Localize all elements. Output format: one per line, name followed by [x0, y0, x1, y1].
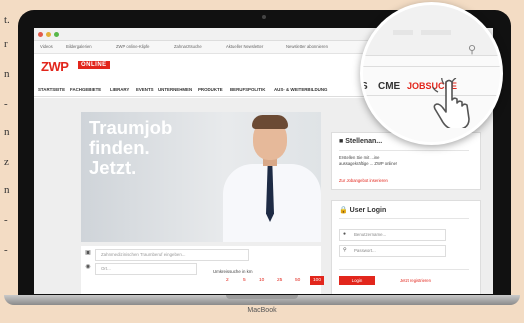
key-icon: ⚲: [343, 247, 347, 253]
nav-item[interactable]: PRODUKTE: [198, 87, 223, 92]
stellenanzeige-link[interactable]: Zur Jobangebot inserieren: [339, 178, 459, 184]
user-login-box: 🔒 User Login ● Benutzername... ⚲ Passwor…: [331, 200, 481, 294]
zoomed-placeholder: [393, 30, 413, 35]
bookmark-videos[interactable]: Videos: [40, 44, 53, 49]
zoomed-toolbar: ⚲: [363, 5, 500, 56]
side-text: n: [4, 68, 10, 80]
login-title: 🔒 User Login: [339, 207, 387, 214]
close-window-icon[interactable]: [38, 32, 43, 37]
side-text: r: [4, 38, 8, 50]
hero-line: Jetzt.: [89, 157, 137, 178]
bookmark-zahnarztsuche[interactable]: Zahnarztsuche: [174, 44, 202, 49]
stellenanzeige-box: ■ Stellenan... Erstellen Sie mit ...ine …: [331, 132, 481, 190]
laptop-brand: MacBook: [247, 307, 277, 314]
location-placeholder: Ort...: [101, 266, 111, 271]
radius-label: Umkreissuche in km: [213, 269, 253, 274]
job-search-input[interactable]: Zahnmedizinischen Traumberuf eingeben...: [95, 249, 249, 261]
radius-option[interactable]: 50: [295, 278, 300, 283]
bookmark-bildergalerien[interactable]: Bildergalerien: [66, 44, 92, 49]
laptop-notch: [226, 295, 298, 299]
hero-banner: Traumjob finden. Jetzt.: [81, 112, 321, 242]
stellenanzeige-title-text: Stellenan...: [345, 138, 383, 145]
bookmark-newsletter-abonnieren[interactable]: Newsletter abonnieren: [286, 44, 328, 49]
search-icon[interactable]: ⚲: [468, 43, 476, 56]
job-search-panel: ▣ Zahnmedizinischen Traumberuf eingeben.…: [81, 246, 325, 294]
username-input[interactable]: ● Benutzername...: [339, 229, 446, 241]
stellenanzeige-text: Erstellen Sie mit ...ine aussagekräftige…: [339, 155, 398, 166]
minimize-window-icon[interactable]: [46, 32, 51, 37]
hero-line: Traumjob: [89, 117, 173, 138]
nav-item[interactable]: LIBRARY: [110, 87, 129, 92]
nav-item[interactable]: BERUFSPOLITIK: [230, 87, 265, 92]
side-text: n: [4, 184, 10, 196]
side-text: n: [4, 126, 10, 138]
location-input[interactable]: Ort...: [95, 263, 197, 275]
username-placeholder: Benutzername...: [354, 232, 387, 237]
hero-line: finden.: [89, 137, 150, 158]
divider: [339, 218, 469, 219]
nav-item[interactable]: UNTERNEHMEN: [158, 87, 192, 92]
side-text: t.: [4, 14, 10, 26]
side-text: -: [4, 98, 8, 110]
login-button[interactable]: Login: [339, 276, 375, 285]
person-hair: [252, 115, 288, 129]
side-text: -: [4, 214, 8, 226]
zoomed-placeholder: [421, 30, 451, 35]
side-text: z: [4, 156, 9, 168]
zoomed-divider: [363, 66, 500, 67]
job-search-placeholder: Zahnmedizinischen Traumberuf eingeben...: [101, 252, 186, 257]
radius-option[interactable]: 25: [277, 278, 282, 283]
zoomed-nav-cme[interactable]: CME: [378, 81, 400, 92]
password-input[interactable]: ⚲ Passwort...: [339, 245, 446, 257]
login-title-text: User Login: [349, 207, 387, 214]
radius-option[interactable]: 10: [259, 278, 264, 283]
nav-item[interactable]: AUS- & WEITERBILDUNG: [274, 87, 327, 92]
register-link[interactable]: Jetzt registrieren: [400, 278, 431, 283]
briefcase-icon: ▣: [85, 250, 91, 256]
divider: [339, 269, 469, 270]
location-icon: ◉: [85, 264, 91, 270]
radius-option[interactable]: 2: [226, 278, 229, 283]
nav-item[interactable]: STARTSEITE: [38, 87, 65, 92]
site-logo[interactable]: ZWP: [41, 59, 69, 74]
hero-headline: Traumjob finden. Jetzt.: [89, 118, 239, 178]
divider: [339, 150, 469, 151]
camera-icon: [262, 15, 266, 19]
bookmark-newsletter[interactable]: Aktueller Newsletter: [226, 44, 263, 49]
logo-badge: ONLINE: [78, 61, 110, 69]
pointer-hand-icon: [432, 78, 470, 128]
maximize-window-icon[interactable]: [54, 32, 59, 37]
stellenanzeige-title: ■ Stellenan...: [339, 138, 383, 145]
side-text: -: [4, 244, 8, 256]
laptop-base: [4, 295, 520, 305]
password-placeholder: Passwort...: [354, 248, 376, 253]
radius-option-selected[interactable]: 100: [310, 276, 325, 285]
nav-item[interactable]: EVENTS: [136, 87, 154, 92]
radius-option[interactable]: 5: [243, 278, 246, 283]
nav-item[interactable]: FACHGEBIETE: [70, 87, 101, 92]
bookmark-klipfe[interactable]: ZWP online-Klipfe: [116, 44, 149, 49]
zoomed-nav-fragment: S: [361, 81, 368, 92]
user-icon: ●: [343, 231, 347, 237]
